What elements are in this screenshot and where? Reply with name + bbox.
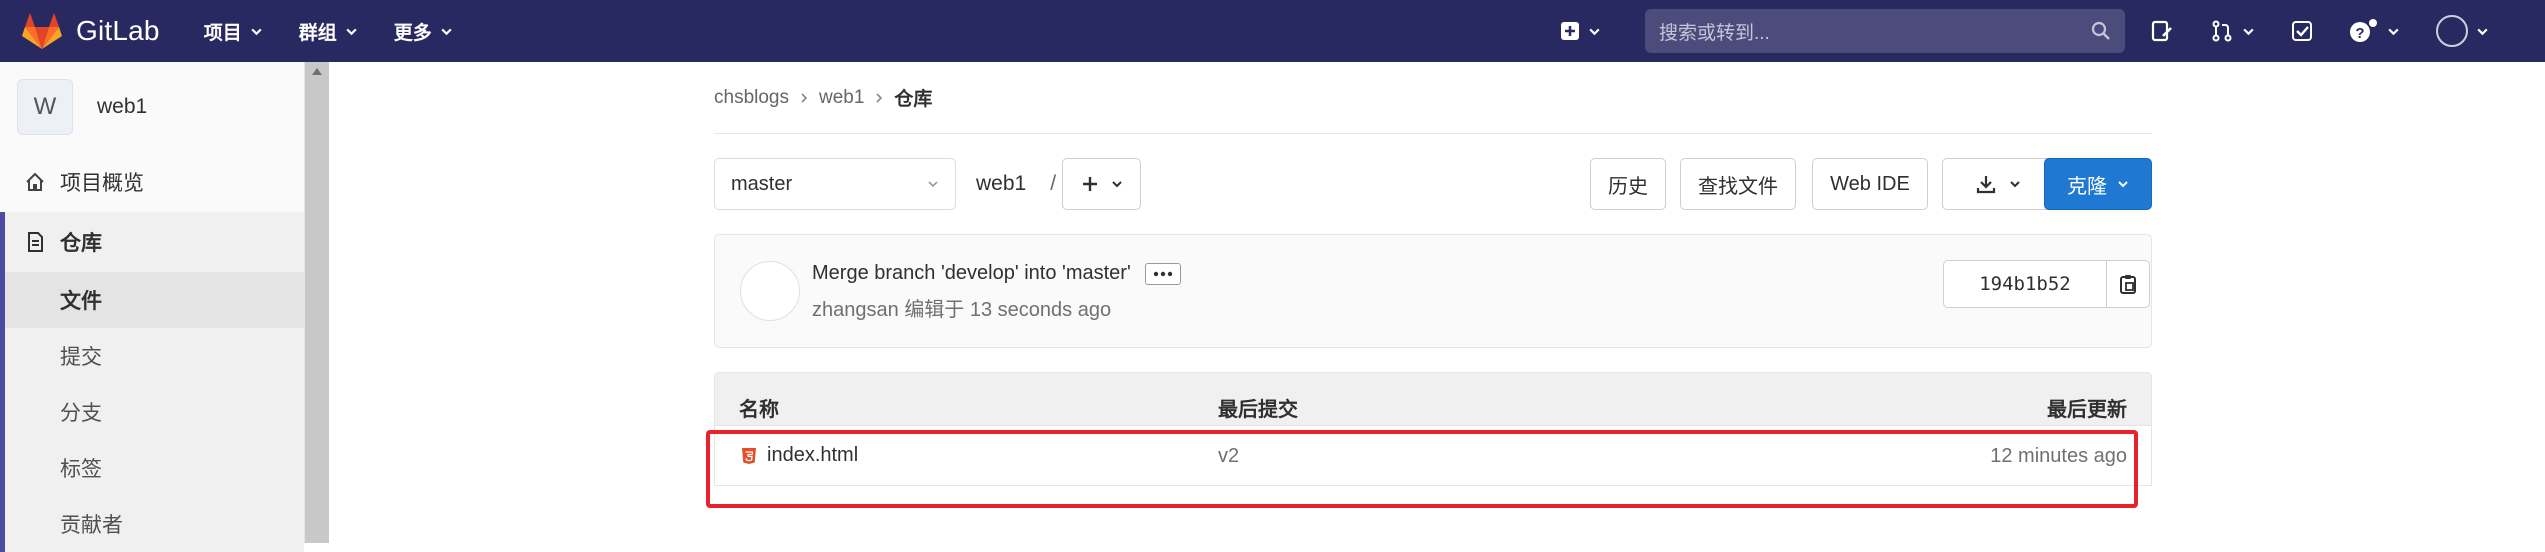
document-icon <box>28 232 43 252</box>
clipboard-icon <box>2120 275 2136 294</box>
chevron-right-icon <box>801 92 808 103</box>
chevron-down-icon <box>2477 28 2488 35</box>
sidebar-item-repository[interactable]: 仓库 <box>5 212 304 272</box>
main-menu: 项目 群组 更多 <box>204 18 489 45</box>
new-item-dropdown[interactable] <box>1560 0 1620 62</box>
chevron-down-icon <box>1111 181 1122 188</box>
column-name: 名称 <box>739 399 779 421</box>
chevron-down-icon <box>2118 181 2128 188</box>
repo-path: web1 / <box>976 172 1056 196</box>
project-sidebar: W web1 项目概览 仓库 文件 提交 分支 标签 贡献者 <box>0 62 305 552</box>
search-placeholder: 搜索或转到... <box>1659 22 1770 44</box>
commit-time: 编辑于 13 seconds ago <box>904 299 1112 321</box>
breadcrumb-group[interactable]: chsblogs <box>714 87 789 109</box>
menu-groups-label: 群组 <box>298 22 337 44</box>
path-separator: / <box>1050 172 1057 195</box>
menu-more-label: 更多 <box>393 22 432 44</box>
svg-text:?: ? <box>2355 25 2364 42</box>
brand-name: GitLab <box>76 15 160 46</box>
branch-name: master <box>731 172 793 195</box>
repo-toolbar: master web1 / 历史 查找文件 Web IDE 克隆 <box>714 134 2152 234</box>
help-icon: ? <box>2350 19 2377 42</box>
chevron-down-icon <box>2388 28 2399 35</box>
top-navbar: GitLab 项目 群组 更多 搜索或转到... ? <box>0 0 2545 62</box>
chevron-down-icon <box>2010 181 2020 188</box>
merge-requests-link[interactable] <box>2210 19 2255 43</box>
breadcrumb: chsblogs web1 仓库 <box>714 62 2152 134</box>
menu-more[interactable]: 更多 <box>394 18 453 45</box>
sidebar-item-label: 项目概览 <box>60 172 144 195</box>
commit-author-avatar[interactable] <box>740 261 800 321</box>
history-button[interactable]: 历史 <box>1590 158 1666 210</box>
project-avatar: W <box>17 79 73 135</box>
breadcrumb-project[interactable]: web1 <box>819 87 864 109</box>
chevron-right-icon <box>876 92 883 103</box>
sidebar-subitem-tags[interactable]: 标签 <box>5 440 304 496</box>
issues-link[interactable] <box>2150 19 2174 43</box>
sidebar-group-repository: 仓库 文件 提交 分支 标签 贡献者 <box>0 212 304 552</box>
chevron-down-icon <box>251 28 262 35</box>
clone-button[interactable]: 克隆 <box>2044 158 2152 210</box>
commit-message-link[interactable]: Merge branch 'develop' into 'master' <box>812 262 1131 285</box>
path-root-link[interactable]: web1 <box>976 172 1026 196</box>
commit-message-row: Merge branch 'develop' into 'master' <box>812 262 1181 285</box>
user-menu[interactable] <box>2436 15 2489 47</box>
scroll-up-arrow-icon[interactable] <box>312 68 322 75</box>
commit-meta: zhangsan 编辑于 13 seconds ago <box>812 293 1111 322</box>
sidebar-item-label: 仓库 <box>60 232 102 255</box>
sidebar-subitem-contributors[interactable]: 贡献者 <box>5 496 304 552</box>
plus-icon <box>1082 177 1097 191</box>
main-content: chsblogs web1 仓库 master web1 / 历史 查找文件 W… <box>706 62 2152 508</box>
menu-groups[interactable]: 群组 <box>299 18 358 45</box>
commit-sha-link[interactable]: 194b1b52 <box>1943 260 2107 308</box>
search-input[interactable]: 搜索或转到... <box>1645 9 2125 53</box>
commit-author-link[interactable]: zhangsan <box>812 299 899 321</box>
issues-icon <box>2151 20 2172 42</box>
table-header: 名称 最后提交 最后更新 <box>714 372 2152 426</box>
clone-label: 克隆 <box>2067 175 2107 198</box>
chevron-down-icon <box>1589 28 1600 35</box>
sidebar-subitem-commits[interactable]: 提交 <box>5 328 304 384</box>
copy-sha-button[interactable] <box>2106 260 2150 308</box>
user-avatar <box>2436 15 2468 47</box>
chevron-down-icon <box>441 28 452 35</box>
highlight-annotation-box <box>706 430 2138 508</box>
gitlab-home-link[interactable]: GitLab <box>22 12 160 50</box>
sidebar-item-overview[interactable]: 项目概览 <box>0 152 304 212</box>
sidebar-scrollbar[interactable] <box>305 62 329 543</box>
download-button[interactable] <box>1942 158 2054 210</box>
navbar-right-icons: ? <box>2150 0 2525 62</box>
sidebar-subitem-branches[interactable]: 分支 <box>5 384 304 440</box>
last-commit-box: Merge branch 'develop' into 'master' zha… <box>714 234 2152 348</box>
project-name: web1 <box>97 95 148 118</box>
column-last-commit: 最后提交 <box>1218 399 1298 421</box>
web-ide-button[interactable]: Web IDE <box>1812 158 1928 210</box>
chevron-down-icon <box>2243 28 2254 35</box>
chevron-down-icon <box>928 181 938 188</box>
todo-check-icon <box>2292 21 2312 41</box>
download-icon <box>1976 176 1996 194</box>
expand-commit-description-button[interactable] <box>1144 262 1181 285</box>
chevron-down-icon <box>346 28 357 35</box>
find-file-button[interactable]: 查找文件 <box>1680 158 1796 210</box>
merge-request-icon <box>2212 20 2232 42</box>
sidebar-subitem-files[interactable]: 文件 <box>5 272 304 328</box>
menu-projects[interactable]: 项目 <box>204 18 263 45</box>
todos-link[interactable] <box>2291 20 2313 42</box>
breadcrumb-current[interactable]: 仓库 <box>894 84 932 111</box>
ellipsis-icon <box>1153 271 1172 276</box>
branch-select[interactable]: master <box>714 158 956 210</box>
help-dropdown[interactable]: ? <box>2349 18 2400 44</box>
search-icon <box>2091 21 2110 40</box>
plus-square-icon <box>1561 22 1579 40</box>
gitlab-logo-icon <box>22 13 62 49</box>
add-to-tree-button[interactable] <box>1062 158 1141 210</box>
menu-projects-label: 项目 <box>203 22 242 44</box>
column-last-update: 最后更新 <box>2047 399 2127 421</box>
sidebar-project-header[interactable]: W web1 <box>0 62 304 152</box>
home-icon <box>26 172 44 191</box>
